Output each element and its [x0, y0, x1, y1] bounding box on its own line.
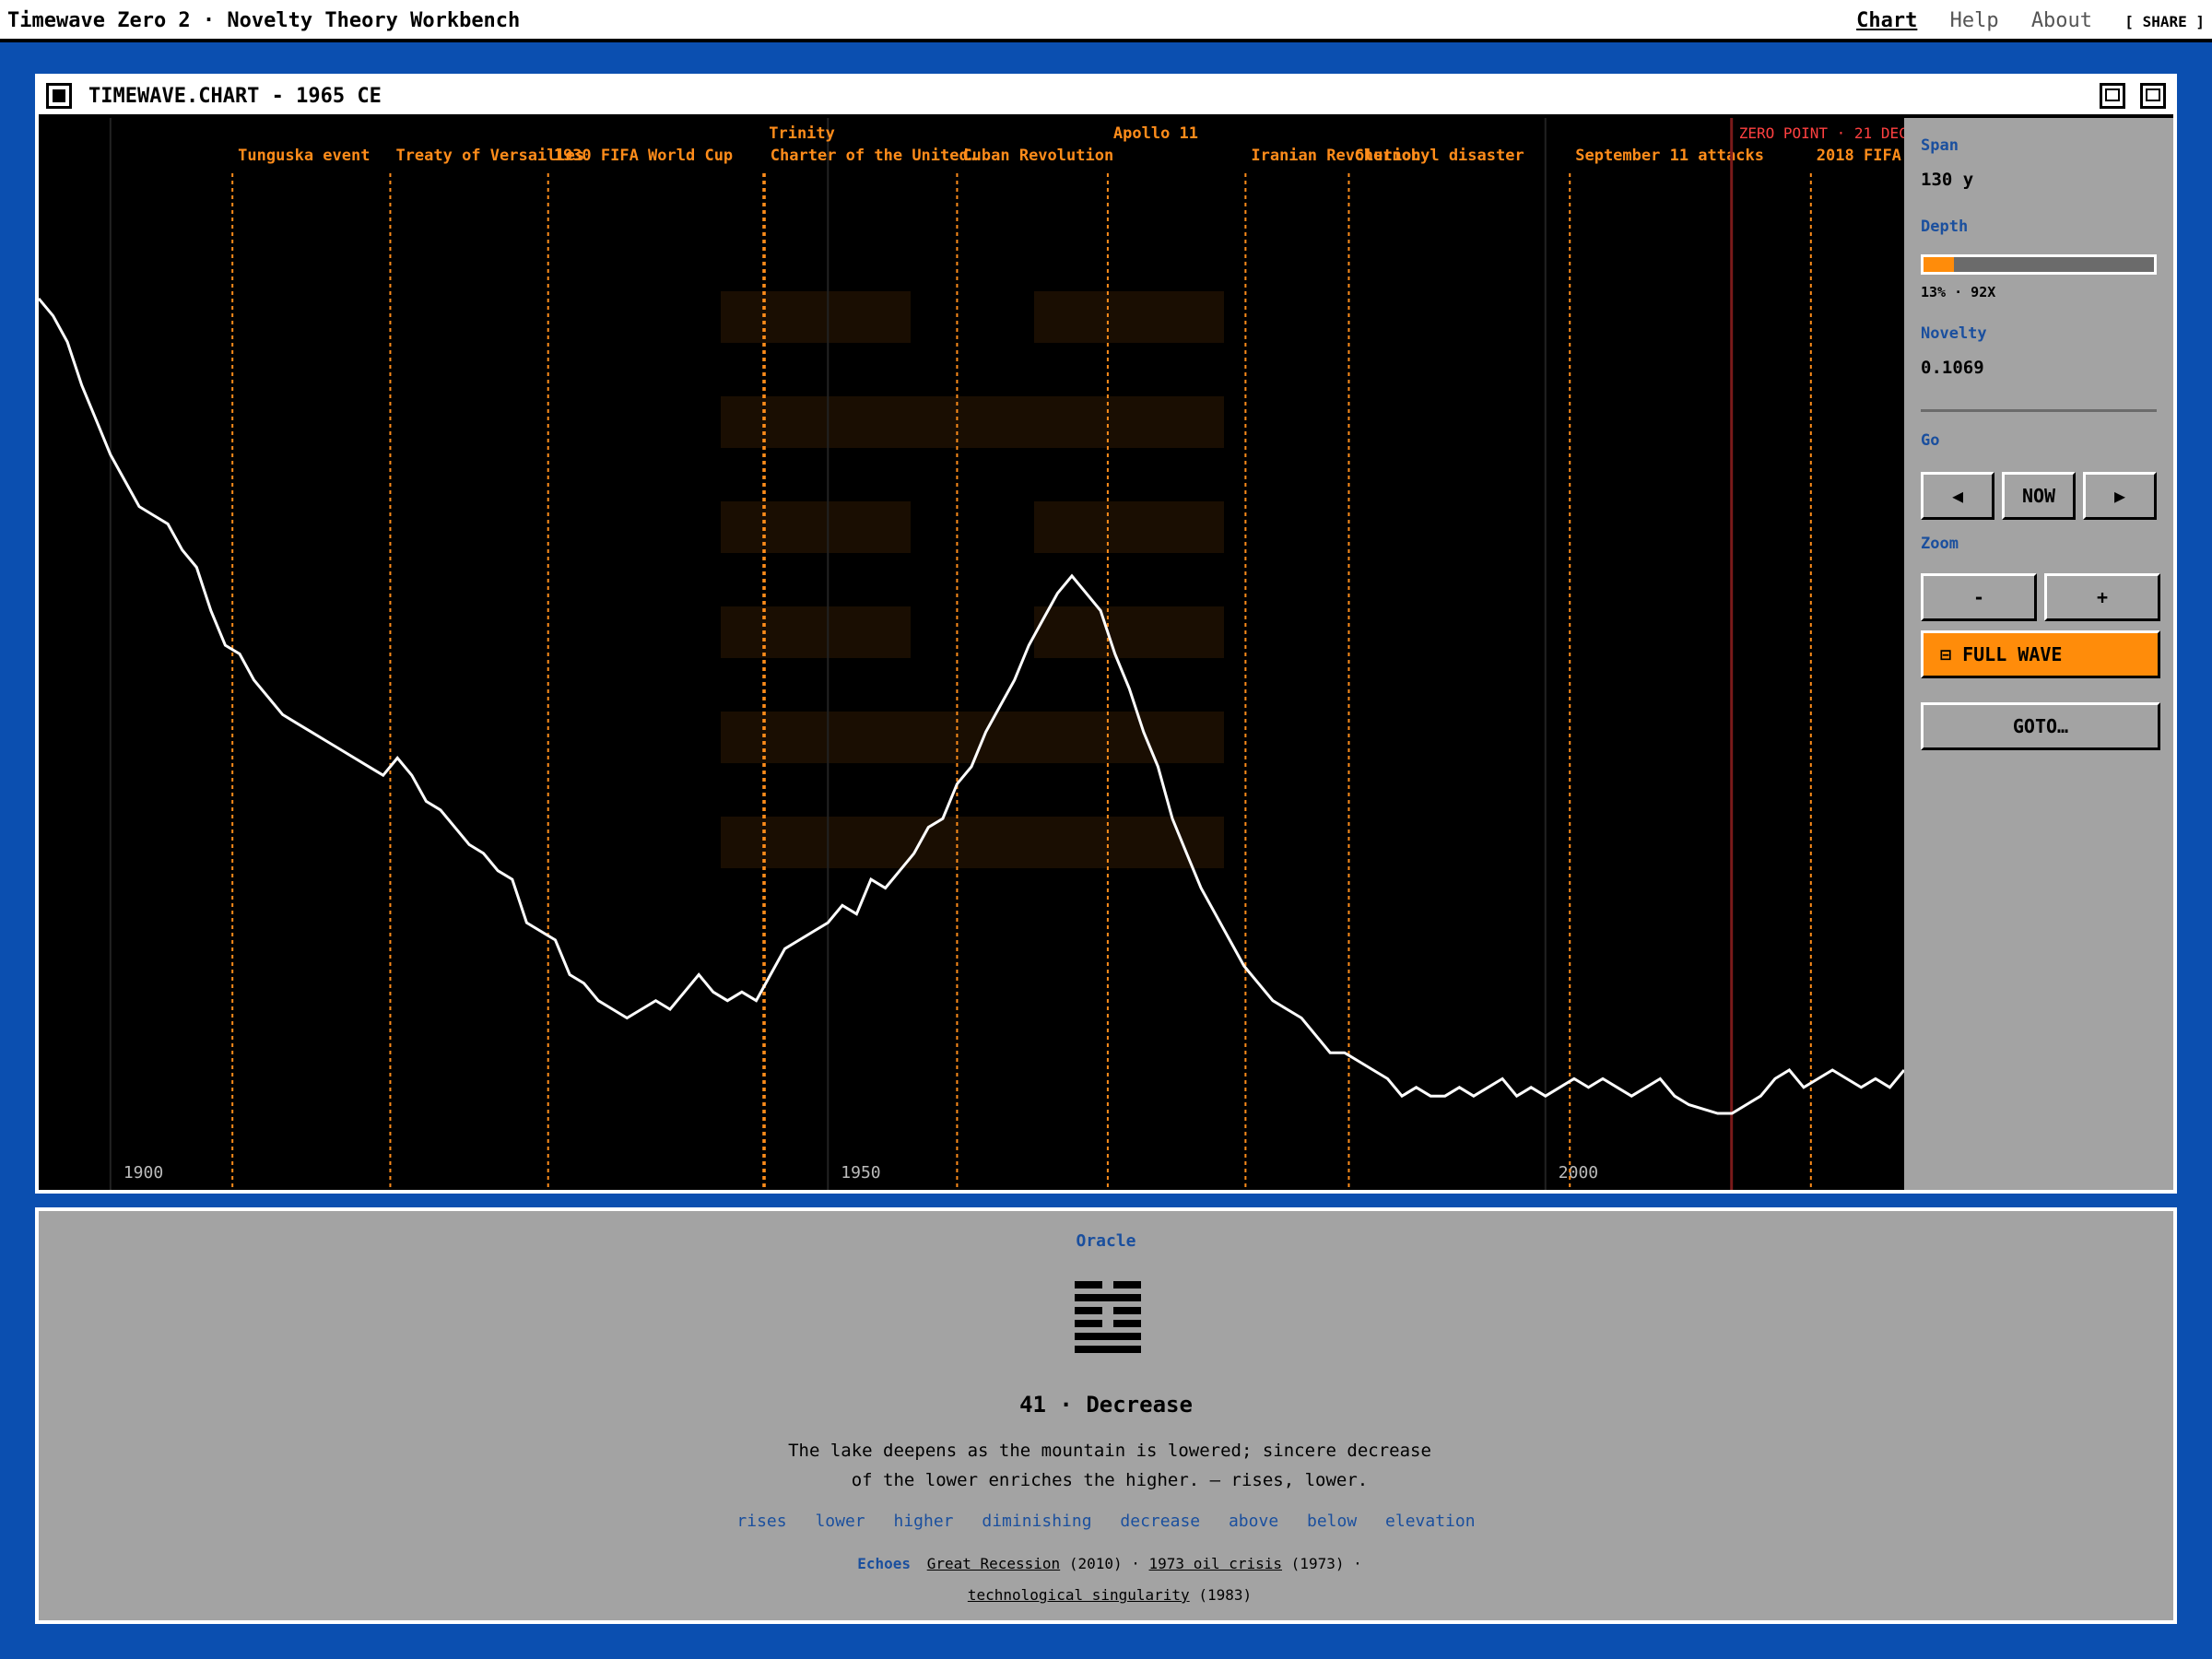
timewave-chart[interactable]: 1900 1950 2000 Tunguska event Treaty of Ver… — [39, 118, 1904, 1190]
depth-value: 13% · 92X — [1921, 284, 1996, 300]
oracle-label: Oracle — [1076, 1231, 1136, 1251]
oracle-overlay-bar — [721, 817, 1224, 868]
hexagram-line-broken — [1075, 1320, 1141, 1327]
novelty-label: Novelty — [1921, 324, 1987, 343]
zoom-in-button[interactable]: + — [2044, 573, 2160, 621]
event-label: Cuban Revolution — [962, 147, 1113, 165]
echo-year: (2010) · — [1068, 1555, 1140, 1572]
oracle-overlay-bar — [721, 501, 911, 553]
span-label: Span — [1921, 136, 1959, 155]
zoom-label: Zoom — [1921, 535, 1959, 553]
event-label: 2018 FIFA World Cup — [1817, 147, 1904, 165]
echo-link-singularity[interactable]: technological singularity — [968, 1586, 1190, 1604]
novelty-value: 0.1069 — [1921, 358, 1984, 378]
keyword-link[interactable]: above — [1229, 1512, 1278, 1531]
decade-label: 2000 — [1559, 1163, 1598, 1182]
goto-button[interactable]: GOTO… — [1921, 702, 2160, 750]
oracle-overlay-bar — [721, 396, 1224, 448]
control-panel: Span 130 y Depth 13% · 92X Novelty 0.106… — [1904, 118, 2173, 1190]
app-title: Timewave Zero 2 · Novelty Theory Workben… — [7, 9, 521, 32]
decade-label: 1950 — [841, 1163, 880, 1182]
oracle-overlay-bar — [1034, 291, 1224, 343]
app-header: Timewave Zero 2 · Novelty Theory Workben… — [0, 0, 2212, 42]
oracle-overlay-bar — [1034, 606, 1224, 658]
span-value: 130 y — [1921, 170, 1974, 190]
keyword-link[interactable]: decrease — [1120, 1512, 1200, 1531]
window-restore-button[interactable] — [2100, 83, 2125, 109]
keyword-link[interactable]: below — [1307, 1512, 1357, 1531]
chart-window: TIMEWAVE.CHART - 1965 CE 1900 1950 2000 Tu… — [35, 74, 2177, 1194]
nav-about[interactable]: About — [2031, 9, 2092, 32]
event-label: Trinity — [769, 124, 835, 143]
event-label: September 11 attacks — [1575, 147, 1764, 165]
keyword-link[interactable]: lower — [815, 1512, 865, 1531]
panel-divider — [1921, 409, 2157, 412]
echo-link-oil-crisis[interactable]: 1973 oil crisis — [1149, 1555, 1283, 1572]
keyword-link[interactable]: higher — [893, 1512, 953, 1531]
oracle-overlay-bar — [1034, 501, 1224, 553]
echo-year: (1973) · — [1290, 1555, 1362, 1572]
echoes-list: Echoes Great Recession (2010) · 1973 oil… — [776, 1548, 1443, 1611]
event-label: Tunguska event — [238, 147, 370, 165]
hexagram-line-solid — [1075, 1333, 1141, 1340]
oracle-overlay-bar — [721, 712, 1224, 763]
hexagram-text: The lake deepens as the mountain is lowe… — [788, 1441, 1431, 1490]
keyword-link[interactable]: rises — [736, 1512, 786, 1531]
hexagram-line-solid — [1075, 1346, 1141, 1353]
oracle-panel: Oracle 41 · Decrease The lake deepens as… — [35, 1207, 2177, 1624]
hexagram-line-broken — [1075, 1307, 1141, 1314]
window-close-button[interactable] — [46, 83, 72, 109]
zoom-out-button[interactable]: - — [1921, 573, 2037, 621]
window-titlebar: TIMEWAVE.CHART - 1965 CE — [39, 77, 2173, 118]
echo-year: (1983) — [1198, 1586, 1253, 1604]
window-maximize-button[interactable] — [2140, 83, 2166, 109]
full-wave-button[interactable]: ⊟ FULL WAVE — [1921, 630, 2160, 678]
hexagram-title: 41 · Decrease — [1019, 1392, 1193, 1418]
decade-label: 1900 — [124, 1163, 163, 1182]
event-label: Chernobyl disaster — [1354, 147, 1524, 165]
nav-chart[interactable]: Chart — [1856, 9, 1917, 32]
keyword-link[interactable]: elevation — [1385, 1512, 1476, 1531]
hexagram-line-solid — [1075, 1294, 1141, 1301]
timewave-chart-svg[interactable]: 1900 1950 2000 Tunguska event Treaty of Ver… — [39, 118, 1904, 1190]
keyword-link[interactable]: diminishing — [982, 1512, 1091, 1531]
event-label: Charter of the United… — [771, 147, 978, 165]
hexagram-icon — [1075, 1281, 1141, 1355]
previous-button[interactable]: ◀ — [1921, 472, 1994, 520]
window-title: TIMEWAVE.CHART - 1965 CE — [88, 85, 382, 108]
keyword-list: rises lower higher diminishing decrease … — [39, 1512, 2173, 1531]
main-nav: Chart Help About [ SHARE ] — [1836, 9, 2205, 32]
next-button[interactable]: ▶ — [2083, 472, 2157, 520]
event-label: Apollo 11 — [1113, 124, 1198, 143]
depth-label: Depth — [1921, 218, 1969, 236]
share-button[interactable]: [ SHARE ] — [2124, 13, 2205, 30]
oracle-overlay-bar — [721, 291, 911, 343]
go-label: Go — [1921, 431, 1940, 450]
now-button[interactable]: NOW — [2002, 472, 2076, 520]
event-label: 1930 FIFA World Cup — [554, 147, 733, 165]
echoes-label: Echoes — [857, 1555, 912, 1572]
depth-slider-fill — [1924, 257, 1954, 272]
echo-link-great-recession[interactable]: Great Recession — [927, 1555, 1061, 1572]
nav-help[interactable]: Help — [1950, 9, 1999, 32]
zero-point-label: ZERO POINT · 21 DEC 2012 — [1739, 124, 1904, 142]
oracle-overlay-bar — [721, 606, 911, 658]
hexagram-line-broken — [1075, 1281, 1141, 1288]
depth-slider[interactable] — [1921, 254, 2157, 275]
